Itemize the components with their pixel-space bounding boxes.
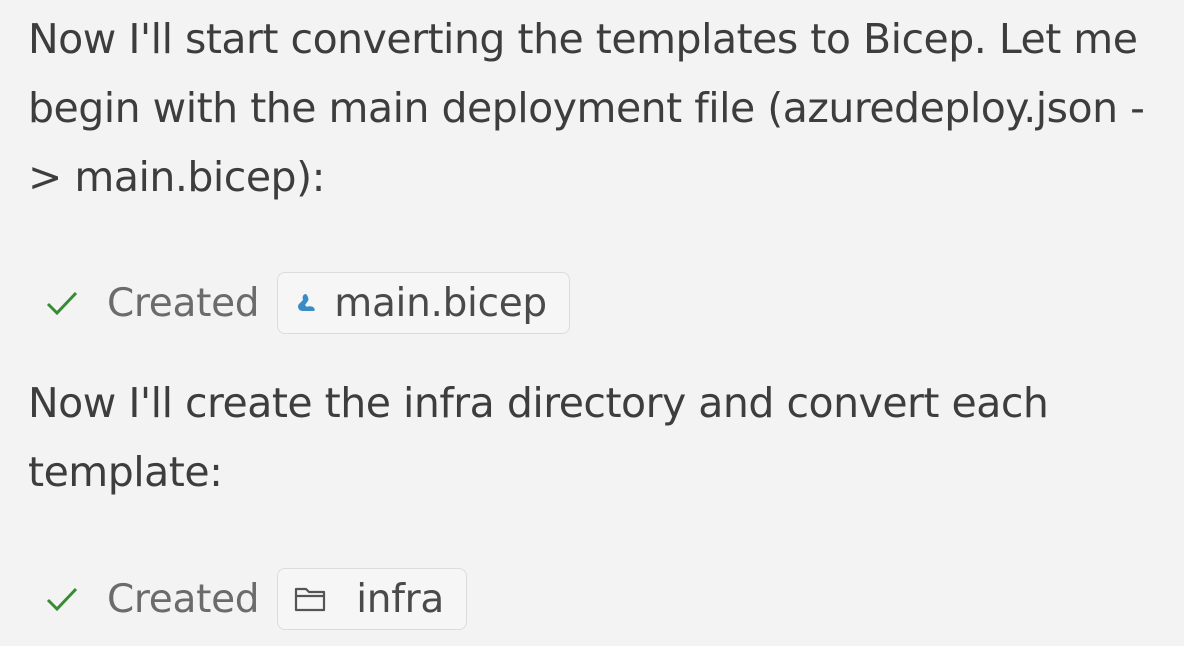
response-paragraph: Now I'll create the infra directory and …	[28, 379, 1049, 496]
response-paragraph: Now I'll start converting the templates …	[28, 15, 1145, 201]
file-link-main-bicep[interactable]: main.bicep	[277, 272, 570, 334]
created-label: Created	[107, 280, 260, 326]
bicep-file-icon	[294, 291, 318, 315]
check-icon	[44, 581, 80, 617]
created-label: Created	[107, 576, 260, 622]
folder-name: infra	[356, 576, 444, 622]
folder-link-infra[interactable]: infra	[277, 568, 467, 630]
folder-icon	[294, 585, 326, 613]
check-icon	[44, 285, 80, 321]
created-action-row: Created infra	[44, 566, 467, 632]
file-name: main.bicep	[334, 280, 547, 326]
created-action-row: Created main.bicep	[44, 270, 570, 336]
chat-response: Now I'll start converting the templates …	[0, 0, 1184, 646]
